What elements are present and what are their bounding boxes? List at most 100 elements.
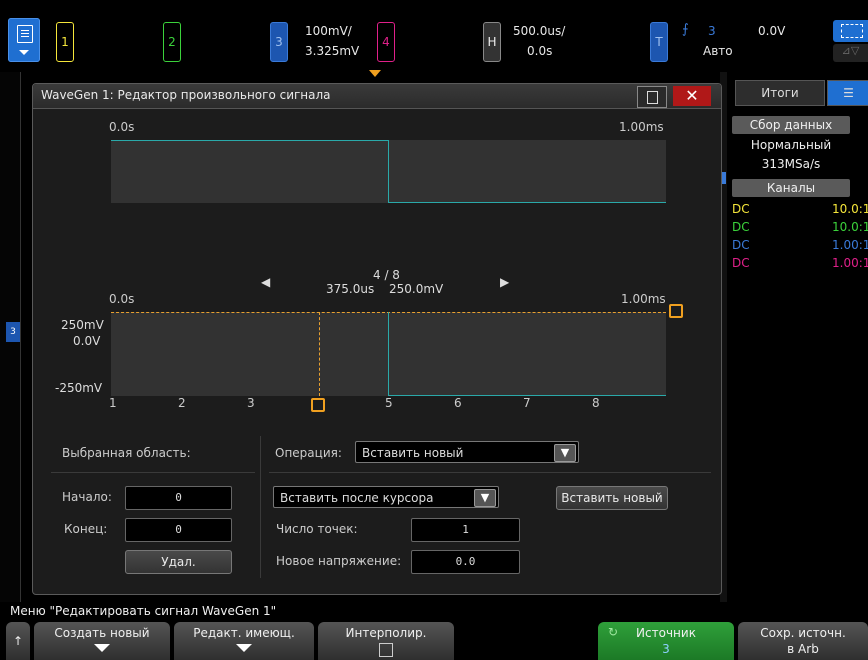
tab-summary[interactable]: Итоги (735, 80, 825, 106)
dialog-menu-button[interactable] (637, 86, 667, 108)
channel-4-button[interactable]: 4 (377, 22, 395, 62)
softkey-edit[interactable]: Редакт. имеющ. (174, 622, 314, 660)
trigger-level: 0.0V (758, 24, 786, 38)
cursor-v-line (319, 312, 320, 396)
close-button[interactable]: ✕ (673, 86, 711, 106)
checkbox[interactable] (379, 643, 393, 657)
point-index: 4 / 8 (373, 268, 400, 282)
softkey-interpolate[interactable]: Интерполир. (318, 622, 454, 660)
point-voltage: 250.0mV (389, 282, 444, 296)
x-tick-5: 5 (385, 396, 393, 410)
softkey-create[interactable]: Создать новый (34, 622, 170, 660)
insert-mode-value: Вставить после курсора (280, 491, 434, 505)
h-scale: 500.0us/ (513, 24, 566, 38)
channel-row-3: DC 1.00:1 (732, 238, 868, 252)
softkey-create-label: Создать новый (54, 626, 150, 640)
chevron-down-icon (94, 644, 110, 652)
menu-status-line: Меню "Редактировать сигнал WaveGen 1" (0, 602, 868, 620)
overview-t-end: 1.00ms (619, 120, 664, 134)
tab-menu[interactable]: ☰ (827, 80, 868, 106)
selection-label: Выбранная область: (62, 446, 191, 460)
channel-probe: 1.00:1 (832, 238, 868, 252)
overview-trace-edge (388, 140, 389, 203)
channel-coupling: DC (732, 202, 750, 216)
zoom-button[interactable] (833, 20, 868, 42)
menu-icon: ☰ (843, 86, 854, 100)
x-tick-1: 1 (109, 396, 117, 410)
channel-1-button[interactable]: 1 (56, 22, 74, 62)
channel-row-2: DC 10.0:1 (732, 220, 868, 234)
point-time: 375.0us (326, 282, 375, 296)
channel-2-button[interactable]: 2 (163, 22, 181, 62)
tab-summary-label: Итоги (761, 86, 799, 100)
main-menu-button[interactable] (8, 18, 40, 62)
operation-select[interactable]: Вставить новый ▼ (355, 441, 579, 463)
chevron-down-icon: ▼ (474, 489, 496, 507)
channel-row-1: DC 10.0:1 (732, 202, 868, 216)
x-tick-6: 6 (454, 396, 462, 410)
measure-icon[interactable]: ⊿▽ (833, 44, 868, 62)
channel-probe: 10.0:1 (832, 220, 868, 234)
trigger-edge-icon: ⨍ (682, 22, 689, 37)
detail-t-end: 1.00ms (621, 292, 666, 306)
overview-waveform[interactable] (111, 140, 666, 203)
y-top-label: 250mV (61, 318, 104, 332)
detail-waveform[interactable] (111, 312, 666, 396)
channel-row-4: DC 1.00:1 (732, 256, 868, 270)
next-point-button[interactable]: ▶ (500, 275, 509, 289)
x-tick-7: 7 (523, 396, 531, 410)
ground-marker[interactable]: 3 (6, 322, 20, 342)
rotate-knob-icon: ↻ (608, 625, 619, 639)
ch-offset: 3.325mV (305, 44, 360, 58)
detail-trace-edge (388, 312, 389, 396)
h-delay: 0.0s (527, 44, 553, 58)
insert-new-button[interactable]: Вставить новый (556, 486, 668, 510)
channel-probe: 10.0:1 (832, 202, 868, 216)
x-tick-3: 3 (247, 396, 255, 410)
softkey-save-to-arb[interactable]: Сохр. источн. в Arb (738, 622, 868, 660)
end-field[interactable]: 0 (125, 518, 232, 542)
trigger-button[interactable]: T (650, 22, 668, 62)
top-status-bar: 1 2 3 100mV/ 3.325mV 4 H 500.0us/ 0.0s T… (0, 0, 868, 77)
channel-coupling: DC (732, 220, 750, 234)
acquisition-mode: Нормальный (750, 138, 832, 152)
prev-point-button[interactable]: ◀ (261, 275, 270, 289)
horizontal-button[interactable]: H (483, 22, 501, 62)
softkey-source-label: Источник (636, 626, 696, 640)
waveform-area-left: 3 (0, 72, 21, 602)
voltage-field[interactable]: 0.0 (411, 550, 520, 574)
selection-separator (51, 472, 255, 473)
softkey-source[interactable]: ↻ Источник 3 (598, 622, 734, 660)
dialog-title-bar: WaveGen 1: Редактор произвольного сигнал… (33, 84, 721, 109)
points-field[interactable]: 1 (411, 518, 520, 542)
x-tick-8: 8 (592, 396, 600, 410)
arrow-up-icon: ↑ (12, 634, 24, 648)
menu-icon (17, 25, 33, 43)
y-bottom-label: -250mV (55, 381, 103, 395)
overview-trace-high (111, 140, 388, 141)
delete-button[interactable]: Удал. (125, 550, 232, 574)
cursor-v-handle[interactable] (311, 398, 325, 412)
dialog-title: WaveGen 1: Редактор произвольного сигнал… (41, 88, 331, 102)
arb-editor-dialog: WaveGen 1: Редактор произвольного сигнал… (32, 83, 722, 595)
operation-value: Вставить новый (362, 446, 464, 460)
channel-probe: 1.00:1 (832, 256, 868, 270)
points-label: Число точек: (276, 522, 358, 536)
overview-trace-low (388, 202, 666, 203)
softkey-edit-label: Редакт. имеющ. (193, 626, 295, 640)
channel-3-button[interactable]: 3 (270, 22, 288, 62)
softkey-interpolate-label: Интерполир. (345, 626, 427, 640)
overview-t-start: 0.0s (109, 120, 135, 134)
chevron-down-icon: ▼ (554, 444, 576, 462)
operation-label: Операция: (275, 446, 342, 460)
ch-scale: 100mV/ (305, 24, 352, 38)
back-button[interactable]: ↑ (6, 622, 30, 660)
channel-coupling: DC (732, 256, 750, 270)
trigger-position-marker (369, 70, 381, 77)
softkey-save-line1: Сохр. источн. (760, 626, 846, 640)
acquisition-header: Сбор данных (732, 116, 850, 134)
cursor-h-handle[interactable] (669, 304, 683, 318)
start-field[interactable]: 0 (125, 486, 232, 510)
insert-mode-select[interactable]: Вставить после курсора ▼ (273, 486, 499, 508)
trigger-mode: Авто (703, 44, 733, 58)
